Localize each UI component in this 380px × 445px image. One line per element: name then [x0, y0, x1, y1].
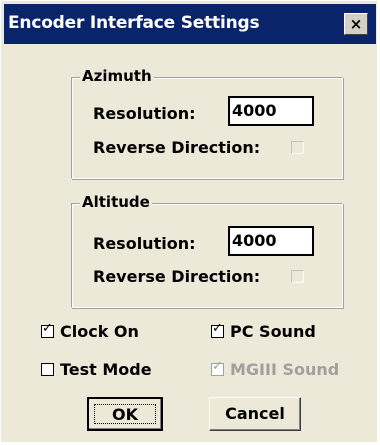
checkmark-icon: ✓	[42, 321, 53, 336]
pc-sound-checkbox[interactable]: ✓	[211, 321, 224, 338]
test-mode-checkbox[interactable]	[41, 363, 54, 376]
altitude-resolution-label: Resolution:	[93, 234, 196, 253]
altitude-legend: Altitude	[80, 193, 152, 211]
clock-on-checkbox[interactable]: ✓	[41, 321, 54, 338]
pc-sound-label: PC Sound	[230, 322, 316, 341]
focus-ring	[94, 404, 156, 424]
cancel-button[interactable]: Cancel	[209, 397, 301, 431]
clock-on-label: Clock On	[60, 322, 139, 341]
mgiii-sound-checkbox: ✓	[211, 359, 224, 376]
clock-on-option[interactable]: ✓ Clock On	[41, 322, 139, 341]
azimuth-resolution-input[interactable]: 4000	[228, 96, 314, 126]
title-bar[interactable]: Encoder Interface Settings ×	[4, 4, 376, 44]
azimuth-legend: Azimuth	[80, 67, 154, 85]
azimuth-reverse-checkbox[interactable]	[291, 141, 304, 154]
altitude-reverse-label: Reverse Direction:	[93, 267, 261, 286]
pc-sound-option[interactable]: ✓ PC Sound	[211, 322, 316, 341]
encoder-settings-dialog: Encoder Interface Settings × Azimuth Res…	[0, 0, 378, 443]
close-button[interactable]: ×	[344, 13, 368, 35]
altitude-reverse-checkbox[interactable]	[291, 270, 304, 283]
azimuth-resolution-label: Resolution:	[93, 104, 196, 123]
test-mode-label: Test Mode	[60, 360, 152, 379]
altitude-resolution-input[interactable]: 4000	[228, 226, 314, 256]
window-title: Encoder Interface Settings	[8, 13, 260, 33]
cancel-button-label: Cancel	[225, 404, 285, 423]
mgiii-sound-option: ✓ MGIII Sound	[211, 360, 339, 379]
ok-button[interactable]: OK	[87, 397, 163, 431]
test-mode-option[interactable]: Test Mode	[41, 360, 152, 379]
checkmark-icon: ✓	[212, 321, 223, 336]
mgiii-sound-label: MGIII Sound	[230, 360, 340, 379]
azimuth-group: Azimuth	[71, 67, 343, 179]
checkmark-icon: ✓	[212, 359, 223, 374]
close-icon: ×	[349, 15, 363, 33]
azimuth-reverse-label: Reverse Direction:	[93, 138, 261, 157]
